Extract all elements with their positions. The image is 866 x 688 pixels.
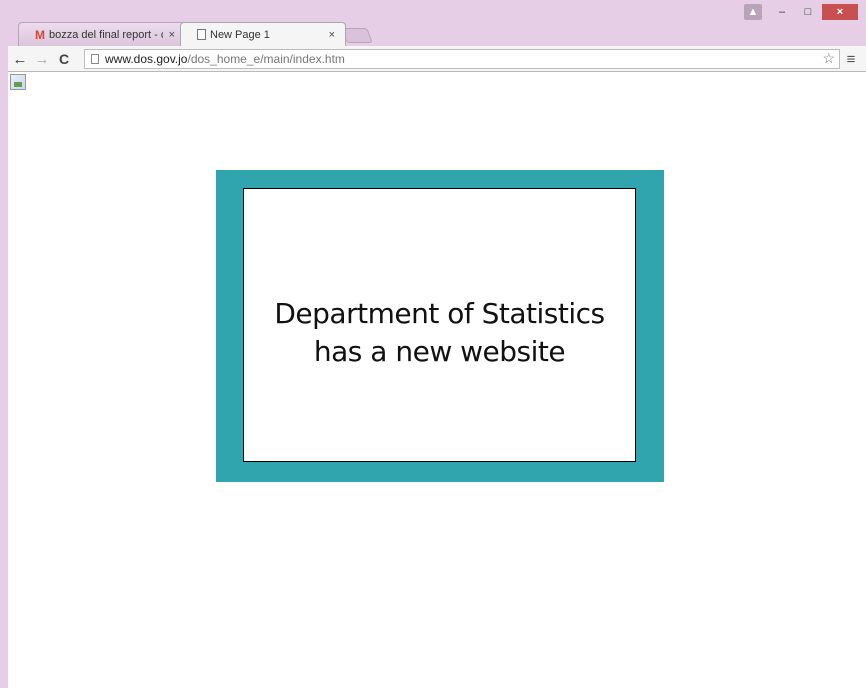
url-host: www.dos.gov.jo: [105, 52, 188, 66]
browser-toolbar: ← → C www.dos.gov.jo/dos_home_e/main/ind…: [8, 46, 866, 72]
tab-title: New Page 1: [210, 28, 270, 41]
banner-line-2: has a new website: [313, 335, 566, 368]
address-bar[interactable]: www.dos.gov.jo/dos_home_e/main/index.htm…: [84, 49, 840, 69]
tab-close-button[interactable]: ×: [329, 29, 335, 41]
banner-line-1: Department of Statistics: [274, 297, 605, 330]
banner-panel: Department of Statistics has a new websi…: [243, 188, 636, 462]
tab-title: bozza del final report - ce: [49, 28, 163, 41]
profile-icon[interactable]: ▲: [744, 4, 762, 20]
broken-image-icon: [10, 74, 26, 90]
url-path: /dos_home_e/main/index.htm: [187, 52, 345, 66]
window-controls: ▲ – □ ×: [744, 4, 858, 20]
tab-gmail[interactable]: M bozza del final report - ce ×: [18, 22, 186, 46]
announcement-banner: Department of Statistics has a new websi…: [216, 170, 664, 482]
bookmark-star-icon[interactable]: ☆: [822, 50, 835, 67]
tab-strip: M bozza del final report - ce × New Page…: [0, 0, 866, 46]
page-icon: [91, 54, 99, 64]
tab-close-button[interactable]: ×: [169, 29, 175, 41]
minimize-button[interactable]: –: [770, 4, 794, 20]
back-button[interactable]: ←: [10, 49, 30, 69]
maximize-button[interactable]: □: [796, 4, 820, 20]
page-icon: [197, 29, 206, 40]
forward-button[interactable]: →: [32, 49, 52, 69]
close-window-button[interactable]: ×: [822, 4, 858, 20]
tab-new-page[interactable]: New Page 1 ×: [180, 22, 346, 46]
browser-window: M bozza del final report - ce × New Page…: [0, 0, 866, 688]
menu-icon[interactable]: ≡: [842, 49, 860, 69]
page-content: Department of Statistics has a new websi…: [8, 72, 866, 688]
gmail-icon: M: [35, 27, 45, 42]
reload-button[interactable]: C: [54, 49, 74, 69]
